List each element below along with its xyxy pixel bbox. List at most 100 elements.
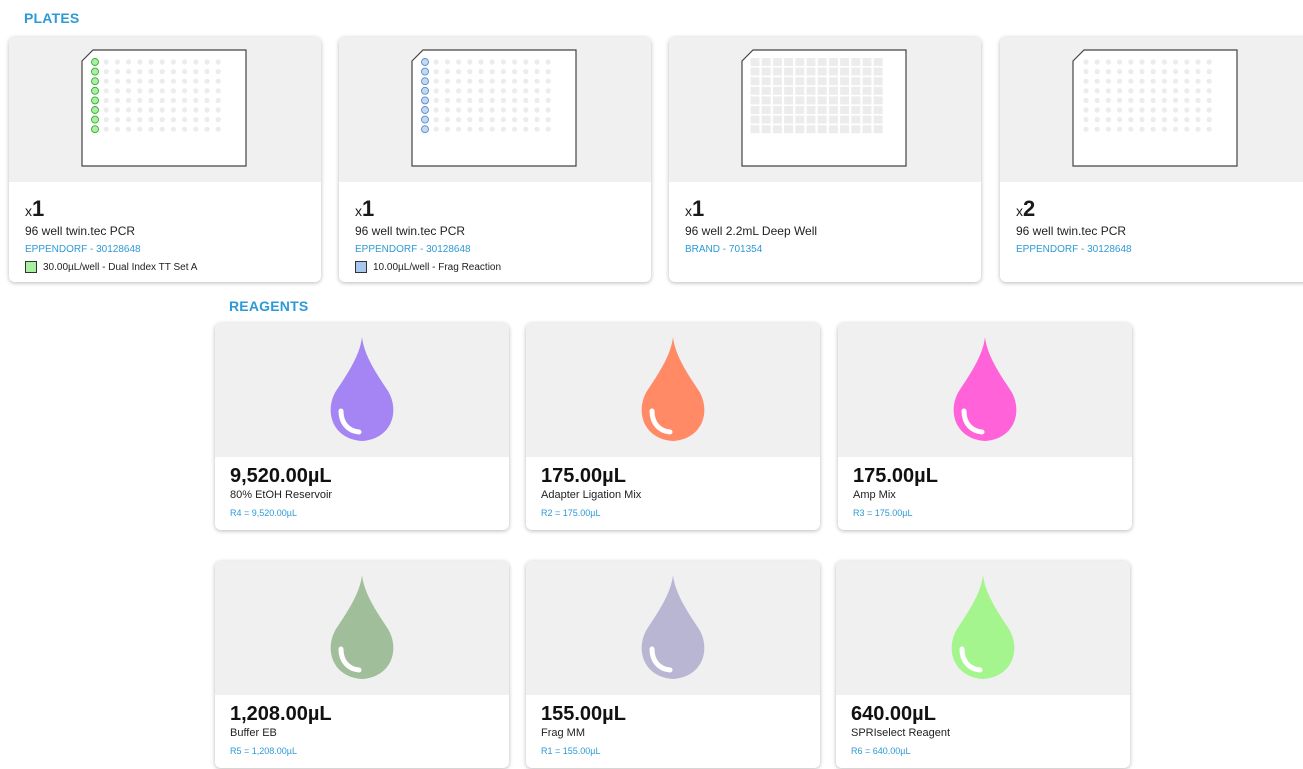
well [840, 115, 850, 124]
well [1094, 69, 1100, 75]
well [170, 88, 176, 94]
well [1184, 78, 1190, 84]
well [806, 58, 816, 66]
well [1195, 126, 1201, 132]
reagent-card[interactable]: 175.00µL Amp Mix R3 = 175.00µL [838, 323, 1132, 530]
reagent-volume: 175.00µL [541, 465, 626, 487]
well [182, 107, 188, 113]
well [1083, 78, 1089, 84]
well [148, 97, 154, 103]
well [806, 115, 816, 124]
well [1150, 117, 1156, 123]
well [137, 59, 143, 65]
well [523, 78, 529, 84]
well [828, 86, 838, 95]
well [873, 86, 883, 95]
well [840, 58, 850, 66]
well [545, 59, 551, 65]
well [1117, 126, 1123, 132]
well-filled [421, 96, 429, 105]
well [750, 86, 760, 95]
droplet-icon [330, 337, 394, 441]
well [467, 97, 473, 103]
well [784, 125, 794, 134]
droplet-body [330, 337, 394, 441]
well [159, 97, 165, 103]
well [456, 107, 462, 113]
well [1094, 88, 1100, 94]
well [523, 69, 529, 75]
well [840, 125, 850, 134]
well [148, 69, 154, 75]
reagent-preview [215, 323, 509, 457]
well [1195, 97, 1201, 103]
well [817, 86, 827, 95]
well [500, 88, 506, 94]
well [444, 97, 450, 103]
well [750, 67, 760, 76]
well [817, 67, 827, 76]
well [862, 86, 872, 95]
well [1184, 126, 1190, 132]
plate-quantity: x2 [1016, 196, 1036, 221]
well [500, 69, 506, 75]
well [126, 78, 132, 84]
plate-preview [9, 37, 321, 182]
well [1128, 69, 1134, 75]
well [159, 59, 165, 65]
well-filled [421, 67, 429, 76]
well [1173, 88, 1179, 94]
well [456, 69, 462, 75]
well [467, 126, 473, 132]
well [500, 97, 506, 103]
well [103, 78, 109, 84]
well [444, 78, 450, 84]
well [1117, 59, 1123, 65]
well [215, 117, 221, 123]
well [512, 126, 518, 132]
well-filled [421, 58, 429, 66]
well [545, 97, 551, 103]
reagent-card[interactable]: 155.00µL Frag MM R1 = 155.00µL [526, 561, 820, 768]
well [114, 126, 120, 132]
plate-card[interactable]: x1 96 well twin.tec PCR EPPENDORF - 3012… [9, 37, 321, 282]
well [467, 88, 473, 94]
well [1195, 107, 1201, 113]
well [784, 86, 794, 95]
reagent-card[interactable]: 175.00µL Adapter Ligation Mix R2 = 175.0… [526, 323, 820, 530]
reagent-card[interactable]: 1,208.00µL Buffer EB R5 = 1,208.00µL [215, 561, 509, 768]
well [873, 58, 883, 66]
plate-card[interactable]: x1 96 well twin.tec PCR EPPENDORF - 3012… [339, 37, 651, 282]
well [862, 106, 872, 114]
well [126, 69, 132, 75]
well [204, 78, 210, 84]
well [114, 97, 120, 103]
well [1184, 117, 1190, 123]
reagent-preview [526, 561, 820, 695]
well [204, 59, 210, 65]
reagent-card[interactable]: 9,520.00µL 80% EtOH Reservoir R4 = 9,520… [215, 323, 509, 530]
plate-card[interactable]: x1 96 well 2.2mL Deep Well BRAND - 70135… [669, 37, 981, 282]
well [784, 106, 794, 114]
well [523, 97, 529, 103]
reagent-preview [526, 323, 820, 457]
well [467, 117, 473, 123]
well [1206, 107, 1212, 113]
contents-swatch [25, 261, 37, 273]
well [1161, 126, 1167, 132]
well [114, 107, 120, 113]
well [193, 117, 199, 123]
well [1083, 97, 1089, 103]
well [489, 59, 495, 65]
well [523, 107, 529, 113]
well [784, 58, 794, 66]
well [1173, 69, 1179, 75]
well [1094, 97, 1100, 103]
droplet-icon [953, 337, 1017, 441]
reagent-card[interactable]: 640.00µL SPRIselect Reagent R6 = 640.00µ… [836, 561, 1130, 768]
well [1083, 69, 1089, 75]
well [1184, 59, 1190, 65]
well [500, 117, 506, 123]
well [761, 125, 771, 134]
plate-card[interactable]: x2 96 well twin.tec PCR EPPENDORF - 3012… [1000, 37, 1303, 282]
